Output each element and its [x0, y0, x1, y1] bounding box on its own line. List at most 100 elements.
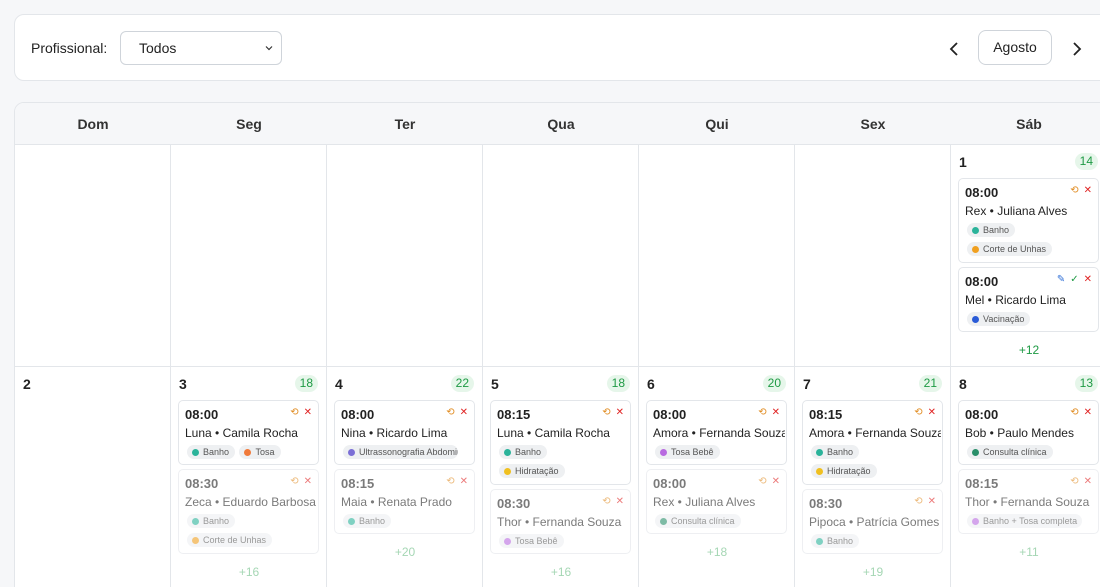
- service-dot: [192, 537, 199, 544]
- more-appointments-link[interactable]: +20: [327, 545, 483, 559]
- service-tag: Banho: [499, 445, 548, 459]
- day-cell-5[interactable]: 5 18 08:15 ⟲ ✕ Luna • Camila Rocha Banho…: [483, 367, 639, 587]
- appointment-card[interactable]: 08:00 ⟲ ✕ Luna • Camila Rocha Banho Tosa: [178, 400, 319, 465]
- reschedule-icon[interactable]: ⟲: [446, 476, 454, 488]
- day-cell-6[interactable]: 6 20 08:00 ⟲ ✕ Amora • Fernanda Souza To…: [639, 367, 795, 587]
- cancel-icon[interactable]: ✕: [1084, 274, 1092, 286]
- appointment-card[interactable]: 08:00 ⟲ ✕ Rex • Juliana Alves Consulta c…: [646, 469, 787, 534]
- cancel-icon[interactable]: ✕: [772, 407, 780, 419]
- service-tag-label: Hidratação: [515, 466, 559, 476]
- more-appointments-link[interactable]: +11: [951, 545, 1100, 559]
- appointment-card[interactable]: 08:15 ⟲ ✕ Luna • Camila Rocha Banho Hidr…: [490, 400, 631, 485]
- reschedule-icon[interactable]: ⟲: [446, 407, 454, 419]
- prev-month-button[interactable]: [945, 39, 965, 59]
- appointment-actions: ⟲ ✕: [602, 496, 624, 508]
- day-cell-8[interactable]: 8 13 08:00 ⟲ ✕ Bob • Paulo Mendes Consul…: [951, 367, 1100, 587]
- service-tag: Consulta clínica: [967, 445, 1053, 459]
- service-tag-label: Corte de Unhas: [203, 535, 267, 545]
- cancel-icon[interactable]: ✕: [928, 496, 936, 508]
- service-tag-label: Tosa: [255, 447, 275, 457]
- day-cell-1[interactable]: 1 14 08:00 ⟲ ✕ Rex • Juliana Alves Banho…: [951, 145, 1100, 367]
- appointment-actions: ⟲ ✕: [290, 476, 312, 488]
- day-number: 1: [959, 154, 967, 170]
- cancel-icon[interactable]: ✕: [1084, 476, 1092, 488]
- day-number: 3: [179, 376, 187, 392]
- appointment-count-badge: 14: [1074, 153, 1098, 170]
- reschedule-icon[interactable]: ⟲: [758, 476, 766, 488]
- service-tag-label: Consulta clínica: [983, 447, 1047, 457]
- appointment-card[interactable]: 08:00 ⟲ ✕ Bob • Paulo Mendes Consulta cl…: [958, 400, 1099, 465]
- edit-icon[interactable]: ✎: [1057, 274, 1065, 286]
- service-dot: [972, 227, 979, 234]
- cancel-icon[interactable]: ✕: [928, 407, 936, 419]
- professional-select[interactable]: Todos: [120, 31, 282, 65]
- day-cell-4[interactable]: 4 22 08:00 ⟲ ✕ Nina • Ricardo Lima Ultra…: [327, 367, 483, 587]
- reschedule-icon[interactable]: ⟲: [1070, 185, 1078, 197]
- service-tags: Banho Tosa: [187, 445, 281, 464]
- more-appointments-link[interactable]: +16: [171, 565, 327, 579]
- service-dot: [660, 518, 667, 525]
- reschedule-icon[interactable]: ⟲: [1070, 476, 1078, 488]
- appointment-pet-owner: Rex • Juliana Alves: [965, 204, 1068, 218]
- more-appointments-link[interactable]: +16: [483, 565, 639, 579]
- appointment-actions: ⟲ ✕: [758, 407, 780, 419]
- service-dot: [816, 449, 823, 456]
- cancel-icon[interactable]: ✕: [1084, 407, 1092, 419]
- confirm-check-icon[interactable]: ✓: [1070, 274, 1078, 286]
- appointment-card[interactable]: 08:00 ⟲ ✕ Amora • Fernanda Souza Tosa Be…: [646, 400, 787, 465]
- appointment-time: 08:15: [965, 476, 999, 491]
- appointment-pet-owner: Amora • Fernanda Souza: [653, 426, 785, 440]
- appointment-pet-owner: Zeca • Eduardo Barbosa: [185, 495, 316, 509]
- appointment-card[interactable]: 08:00 ⟲ ✕ Rex • Juliana Alves Banho Cort…: [958, 178, 1099, 263]
- cancel-icon[interactable]: ✕: [772, 476, 780, 488]
- appointment-time: 08:15: [497, 407, 531, 422]
- service-dot: [504, 449, 511, 456]
- appointment-actions: ⟲ ✕: [602, 407, 624, 419]
- more-appointments-link[interactable]: +12: [951, 343, 1100, 357]
- cancel-icon[interactable]: ✕: [1084, 185, 1092, 197]
- appointment-card[interactable]: 08:30 ⟲ ✕ Zeca • Eduardo Barbosa Banho C…: [178, 469, 319, 554]
- next-month-button[interactable]: [1066, 39, 1086, 59]
- day-cell-2[interactable]: 2: [15, 367, 171, 587]
- appointment-card[interactable]: 08:00 ✎ ✓ ✕ Mel • Ricardo Lima Vacinação: [958, 267, 1099, 332]
- reschedule-icon[interactable]: ⟲: [914, 496, 922, 508]
- day-cell-7[interactable]: 7 21 08:15 ⟲ ✕ Amora • Fernanda Souza Ba…: [795, 367, 951, 587]
- cancel-icon[interactable]: ✕: [616, 496, 624, 508]
- appointment-actions: ⟲ ✕: [1070, 185, 1092, 197]
- cancel-icon[interactable]: ✕: [460, 407, 468, 419]
- appointment-card[interactable]: 08:00 ⟲ ✕ Nina • Ricardo Lima Ultrassono…: [334, 400, 475, 465]
- reschedule-icon[interactable]: ⟲: [758, 407, 766, 419]
- service-tag: Corte de Unhas: [187, 533, 273, 547]
- appointment-pet-owner: Mel • Ricardo Lima: [965, 293, 1066, 307]
- reschedule-icon[interactable]: ⟲: [602, 407, 610, 419]
- cancel-icon[interactable]: ✕: [304, 407, 312, 419]
- appointment-count-badge: 21: [918, 375, 942, 392]
- reschedule-icon[interactable]: ⟲: [290, 476, 298, 488]
- chevron-right-icon: [1073, 42, 1082, 56]
- service-tag-label: Tosa Bebê: [671, 447, 714, 457]
- appointment-pet-owner: Thor • Fernanda Souza: [497, 515, 622, 529]
- appointment-card[interactable]: 08:15 ⟲ ✕ Thor • Fernanda Souza Banho + …: [958, 469, 1099, 534]
- reschedule-icon[interactable]: ⟲: [290, 407, 298, 419]
- weekday-header-ter: Ter: [327, 103, 483, 145]
- appointment-card[interactable]: 08:30 ⟲ ✕ Pipoca • Patrícia Gomes Banho: [802, 489, 943, 554]
- appointment-time: 08:00: [965, 185, 999, 200]
- appointment-card[interactable]: 08:30 ⟲ ✕ Thor • Fernanda Souza Tosa Beb…: [490, 489, 631, 554]
- appointment-time: 08:30: [185, 476, 219, 491]
- more-appointments-link[interactable]: +19: [795, 565, 951, 579]
- appointment-card[interactable]: 08:15 ⟲ ✕ Amora • Fernanda Souza Banho H…: [802, 400, 943, 485]
- more-appointments-link[interactable]: +18: [639, 545, 795, 559]
- service-tag-label: Banho: [359, 516, 386, 526]
- appointment-actions: ⟲ ✕: [758, 476, 780, 488]
- cancel-icon[interactable]: ✕: [304, 476, 312, 488]
- day-cell-3[interactable]: 3 18 08:00 ⟲ ✕ Luna • Camila Rocha Banho…: [171, 367, 327, 587]
- month-button[interactable]: Agosto: [978, 30, 1052, 65]
- reschedule-icon[interactable]: ⟲: [602, 496, 610, 508]
- appointment-card[interactable]: 08:15 ⟲ ✕ Maia • Renata Prado Banho: [334, 469, 475, 534]
- appointment-pet-owner: Pipoca • Patrícia Gomes: [809, 515, 940, 529]
- reschedule-icon[interactable]: ⟲: [914, 407, 922, 419]
- cancel-icon[interactable]: ✕: [460, 476, 468, 488]
- reschedule-icon[interactable]: ⟲: [1070, 407, 1078, 419]
- service-tag: Corte de Unhas: [967, 242, 1053, 256]
- cancel-icon[interactable]: ✕: [616, 407, 624, 419]
